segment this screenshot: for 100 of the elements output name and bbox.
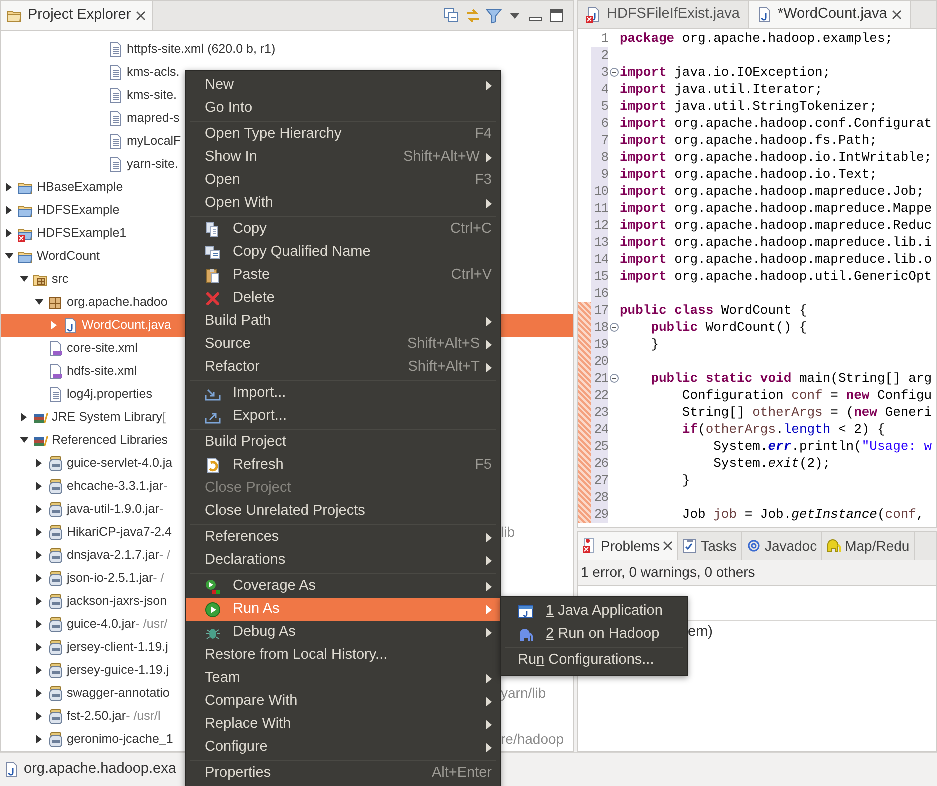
shortcut-label: F3	[475, 170, 492, 190]
shortcut-label: Shift+Alt+T	[408, 358, 480, 377]
tree-item-path: [	[162, 409, 166, 426]
tree-item-label: json-io-2.5.1.jar	[67, 570, 154, 588]
code-line: if(otherArgs.length < 2) {	[681, 421, 886, 438]
shortcut-label: Shift+Alt+W	[403, 148, 480, 167]
code-line: import org.apache.hadoop.mapreduce.Reduc	[620, 217, 932, 234]
tree-item-label: jersey-client-1.19.j	[67, 639, 168, 656]
tree-item-label: HikariCP-java7-2.4	[67, 524, 172, 542]
line-number: 10	[591, 183, 608, 200]
line-number: 14	[591, 251, 608, 268]
tree-item-label: Referenced Libraries	[52, 432, 168, 450]
tree-item-label: guice-servlet-4.0.ja	[67, 455, 173, 472]
tree-item-path: - /usr/	[136, 616, 168, 634]
code-line: }	[681, 472, 690, 489]
line-number: 11	[591, 200, 608, 217]
tree-item-label: org.apache.hadoo	[67, 294, 168, 312]
code-line: Configuration conf = new Configu	[681, 387, 932, 404]
line-number: 26	[591, 455, 608, 472]
line-number: 17	[591, 302, 608, 319]
line-number: 15	[591, 268, 608, 285]
code-line: import org.apache.hadoop.fs.Path;	[620, 132, 878, 149]
code-line: import org.apache.hadoop.conf.Configurat	[620, 115, 932, 132]
line-number: 6	[591, 115, 608, 132]
line-number: 1	[600, 30, 608, 47]
tree-item-label: jackson-jaxrs-json	[67, 593, 168, 610]
tree-item-label: geronimo-jcache_1	[67, 731, 174, 748]
problem-row-text: em)	[688, 623, 713, 642]
code-line: public WordCount() {	[650, 319, 808, 336]
code-line: import org.apache.hadoop.mapreduce.lib.i	[620, 234, 932, 251]
code-line: import java.io.IOException;	[620, 64, 831, 81]
line-number: 5	[591, 98, 608, 115]
shortcut-label: Ctrl+C	[450, 220, 492, 239]
line-number: 19	[591, 336, 608, 353]
tree-item-label: dnsjava-2.1.7.jar	[67, 547, 160, 564]
line-number: 9	[591, 166, 608, 183]
code-line: import org.apache.hadoop.mapreduce.Mappe	[620, 200, 932, 217]
tree-item-label: java-util-1.9.0.jar	[67, 501, 160, 518]
code-line: String[] otherArgs = (new Generi	[681, 404, 932, 421]
tree-item-label: httpfs-site.xml (620.0 b, r1)	[127, 41, 276, 58]
code-line: package org.apache.hadoop.examples;	[620, 30, 894, 47]
line-number: 16	[591, 285, 608, 302]
tree-item-label: core-site.xml	[67, 340, 138, 358]
line-number: 21	[591, 370, 608, 387]
tree-item-label: src	[52, 271, 69, 288]
line-number: 13	[591, 234, 608, 251]
menu-item: Close Project	[204, 478, 292, 498]
line-number: 7	[591, 132, 608, 149]
shortcut-label: F4	[475, 124, 492, 144]
tree-item-label: ehcache-3.3.1.jar	[67, 478, 164, 496]
line-number: 28	[591, 489, 608, 506]
tree-item-label: HBaseExample	[37, 179, 124, 196]
code-line: public class WordCount {	[620, 302, 808, 319]
tree-item-label: WordCount	[37, 248, 100, 266]
line-number: 25	[591, 438, 608, 455]
line-number: 23	[591, 404, 608, 421]
line-number: 3	[591, 64, 608, 81]
code-line: import java.util.Iterator;	[620, 81, 823, 98]
tree-item-path: - /	[153, 570, 164, 588]
tree-item-path: lib	[501, 523, 516, 542]
tree-item-label: hdfs-site.xml	[67, 363, 138, 380]
code-line: import java.util.StringTokenizer;	[620, 98, 878, 115]
shortcut-label: Ctrl+V	[451, 266, 492, 285]
tree-item-label: log4j.properties	[67, 386, 152, 404]
tree-item-path: -	[159, 501, 164, 518]
line-number: 27	[591, 472, 608, 489]
line-number: 29	[591, 506, 608, 523]
shortcut-label: Alt+Enter	[432, 764, 492, 783]
code-line: import org.apache.hadoop.io.Text;	[620, 166, 878, 183]
tree-item-label: WordCount.java	[82, 317, 172, 334]
code-line: public static void main(String[] arg	[650, 370, 932, 387]
line-number: 22	[591, 387, 608, 404]
tree-item-label: myLocalF	[127, 133, 182, 150]
tree-item-path: - /	[159, 547, 171, 564]
line-number: 2	[591, 47, 608, 64]
code-line: }	[650, 336, 660, 353]
tree-item-label: yarn-site.	[127, 156, 178, 174]
code-line: Job job = Job.getInstance(conf,	[681, 506, 924, 523]
tree-item-label: JRE System Library	[52, 409, 162, 426]
code-line: System.err.println("Usage: w	[712, 438, 932, 455]
tree-item-label: fst-2.50.jar	[67, 708, 126, 726]
code-line: import org.apache.hadoop.io.IntWritable;	[620, 149, 932, 166]
tree-item-label: HDFSExample1	[37, 225, 127, 242]
tree-item-label: guice-4.0.jar	[67, 616, 136, 634]
line-number: 8	[591, 149, 608, 166]
code-line: System.exit(2);	[712, 455, 831, 472]
line-number: 20	[591, 353, 608, 370]
tree-item-path: -	[164, 478, 168, 496]
status-text: org.apache.hadoop.exa	[24, 760, 176, 779]
code-line: import org.apache.hadoop.mapreduce.lib.o	[620, 251, 932, 268]
code-line: import org.apache.hadoop.util.GenericOpt	[620, 268, 932, 285]
tree-item-label: jersey-guice-1.19.j	[67, 662, 170, 680]
tree-item-label: kms-acls.	[127, 64, 180, 82]
tree-item-path: re/hadoop	[501, 730, 566, 749]
code-line: import org.apache.hadoop.mapreduce.Job;	[620, 183, 924, 200]
tree-item-label: mapred-s	[127, 110, 180, 128]
shortcut-label: F5	[475, 456, 492, 475]
line-number: 18	[591, 319, 608, 336]
line-number: 12	[591, 217, 608, 234]
problems-summary: 1 error, 0 warnings, 0 others	[578, 560, 936, 586]
